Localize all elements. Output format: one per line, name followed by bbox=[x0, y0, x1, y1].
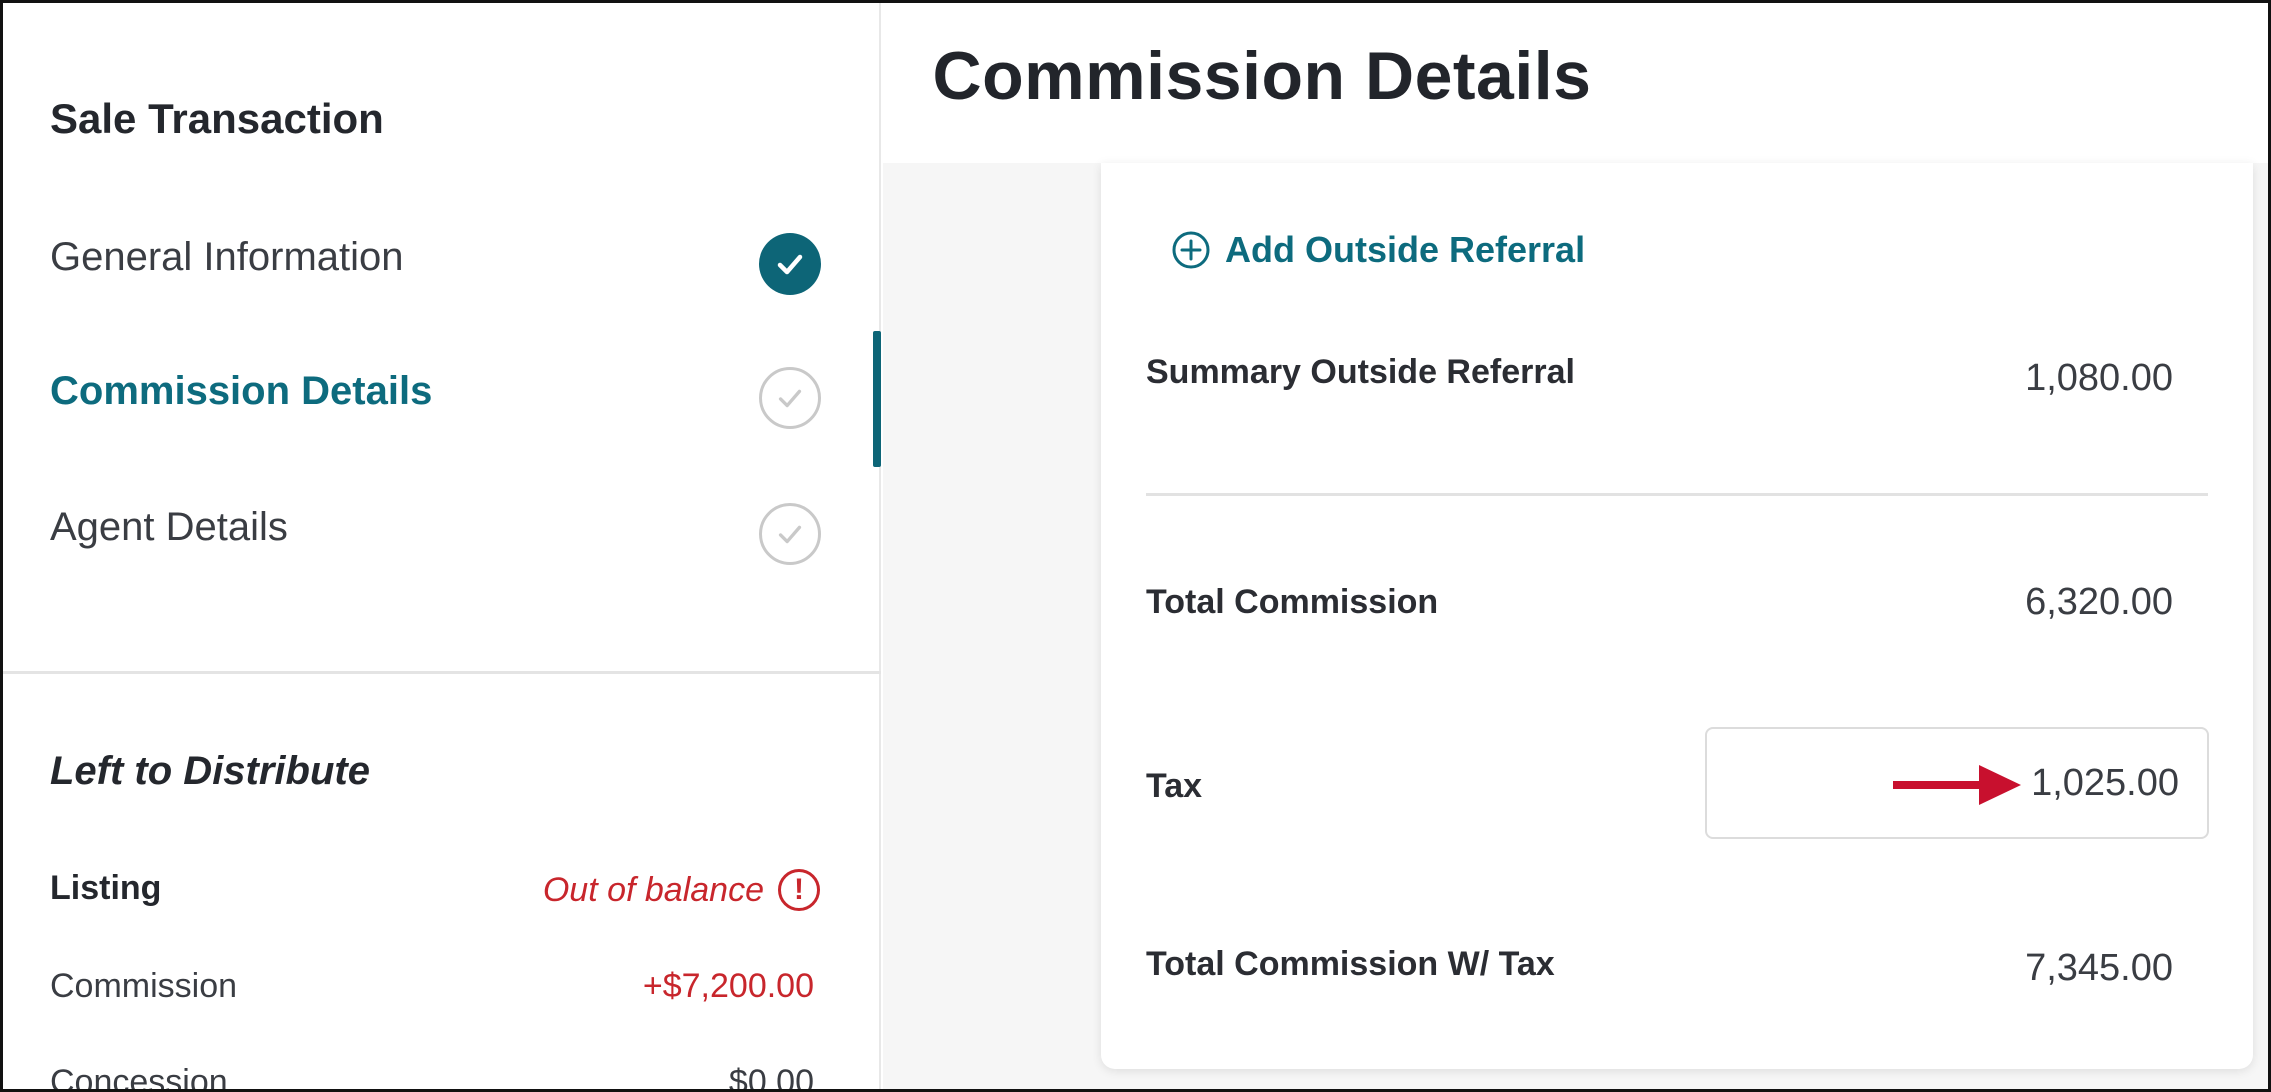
app-window: Add Outside Referral Summary Outside Ref… bbox=[0, 0, 2271, 1092]
status-badge: Out of balance ! bbox=[543, 869, 820, 911]
list-item: Commission +$7,200.00 bbox=[50, 967, 820, 1017]
sidebar: Sale Transaction General Information Com… bbox=[3, 3, 881, 1092]
check-circle-outline-icon bbox=[759, 503, 821, 565]
step-commission-details[interactable]: Commission Details bbox=[3, 341, 881, 461]
add-outside-referral-button[interactable]: Add Outside Referral bbox=[1171, 229, 1585, 271]
listing-status-text: Out of balance bbox=[542, 870, 764, 909]
step-agent-details[interactable]: Agent Details bbox=[3, 477, 881, 597]
step-label: Agent Details bbox=[50, 505, 288, 549]
commission-card: Add Outside Referral Summary Outside Ref… bbox=[1101, 163, 2253, 1069]
concession-value: $0.00 bbox=[728, 1063, 814, 1092]
step-general-information[interactable]: General Information bbox=[3, 207, 881, 327]
summary-outside-referral-value: 1,080.00 bbox=[2025, 357, 2173, 399]
add-outside-referral-label: Add Outside Referral bbox=[1225, 229, 1586, 270]
total-commission-with-tax-label: Total Commission W/ Tax bbox=[1146, 945, 1555, 983]
step-label: General Information bbox=[50, 235, 404, 279]
total-commission-value: 6,320.00 bbox=[2025, 581, 2173, 623]
tax-label: Tax bbox=[1146, 767, 1203, 805]
step-label: Commission Details bbox=[50, 369, 433, 413]
page-title: Commission Details bbox=[932, 38, 1592, 114]
listing-label: Listing bbox=[50, 869, 162, 907]
sidebar-divider bbox=[3, 671, 881, 674]
commission-label: Commission bbox=[50, 967, 238, 1005]
check-circle-filled-icon bbox=[759, 233, 821, 295]
listing-row: Listing Out of balance ! bbox=[50, 869, 820, 919]
exclamation-circle-icon: ! bbox=[778, 869, 820, 911]
plus-circle-icon bbox=[1172, 231, 1210, 269]
card-divider bbox=[1146, 493, 2208, 496]
check-circle-outline-icon bbox=[759, 367, 821, 429]
active-step-indicator bbox=[873, 331, 881, 467]
concession-label: Concession bbox=[50, 1063, 228, 1092]
list-item: Concession $0.00 bbox=[50, 1063, 820, 1092]
summary-outside-referral-label: Summary Outside Referral bbox=[1146, 353, 1575, 391]
total-commission-label: Total Commission bbox=[1146, 583, 1439, 621]
total-commission-with-tax-value: 7,345.00 bbox=[2025, 947, 2173, 989]
red-arrow-icon bbox=[1893, 765, 2021, 805]
commission-value: +$7,200.00 bbox=[642, 967, 814, 1005]
left-to-distribute-heading: Left to Distribute bbox=[50, 749, 370, 793]
